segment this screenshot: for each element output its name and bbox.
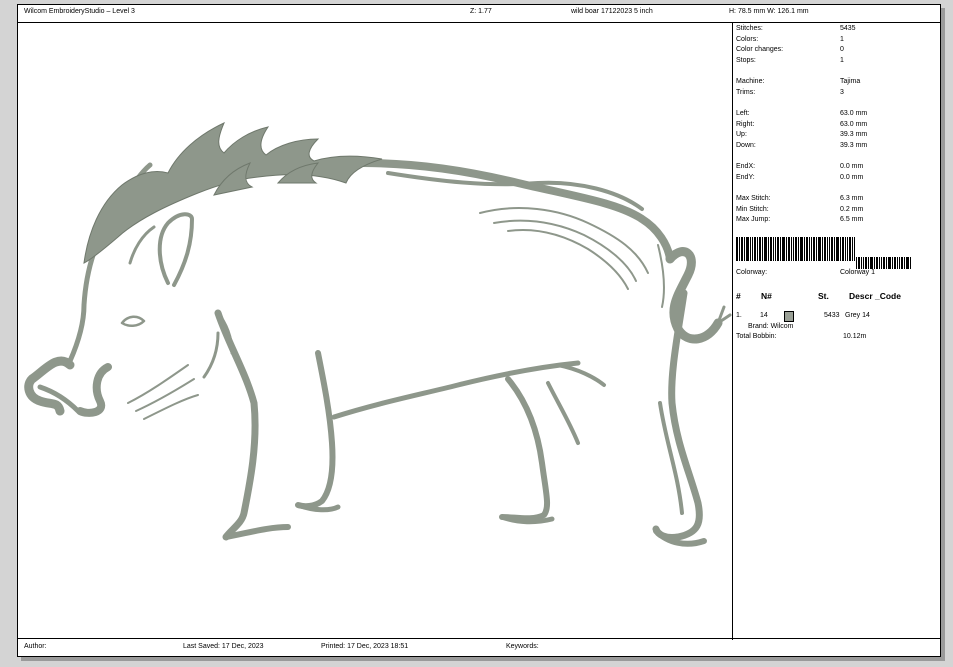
thread-color-swatch [784, 311, 794, 322]
panel-divider [732, 22, 733, 640]
eye-stroke [120, 315, 146, 327]
keywords-field: Keywords: [506, 643, 539, 650]
colorway-value: Colorway 1 [840, 269, 876, 276]
col-descr-code: Descr _Code [849, 291, 901, 301]
ear-stroke [157, 212, 194, 287]
thread-brand: Brand: Wilcom [748, 323, 794, 330]
col-needle: N# [761, 291, 772, 301]
sheet-header: Wilcom EmbroideryStudio – Level 3 Z: 1.7… [18, 5, 940, 23]
mane-fill [83, 122, 383, 264]
colorway-label: Colorway: [736, 269, 768, 276]
col-stitches: St. [818, 291, 829, 301]
col-num: # [736, 291, 741, 301]
sheet-footer: Author: Last Saved: 17 Dec, 2023 Printed… [18, 638, 940, 656]
print-preview-sheet: Wilcom EmbroideryStudio – Level 3 Z: 1.7… [17, 4, 941, 657]
snout-stroke [24, 356, 75, 416]
design-name: wild boar 17122023 5 inch [571, 8, 653, 15]
author-field: Author: [24, 643, 47, 650]
page-shadow-bottom [21, 657, 945, 661]
app-title: Wilcom EmbroideryStudio – Level 3 [24, 8, 135, 15]
bobbin-value: 10.12m [843, 333, 867, 340]
design-canvas[interactable] [18, 23, 732, 640]
barcode [736, 237, 911, 269]
bobbin-label: Total Bobbin: [736, 333, 777, 340]
tusk-stroke [76, 363, 112, 417]
wild-boar-embroidery [24, 122, 732, 547]
front-leg-stroke [214, 309, 259, 541]
last-saved: Last Saved: 17 Dec, 2023 [183, 643, 264, 650]
page-shadow-right [941, 8, 945, 661]
design-dimensions: H: 78.5 mm W: 126.1 mm [729, 8, 809, 15]
printed-date: Printed: 17 Dec, 2023 18:51 [321, 643, 409, 650]
zoom-level: Z: 1.77 [470, 8, 492, 15]
